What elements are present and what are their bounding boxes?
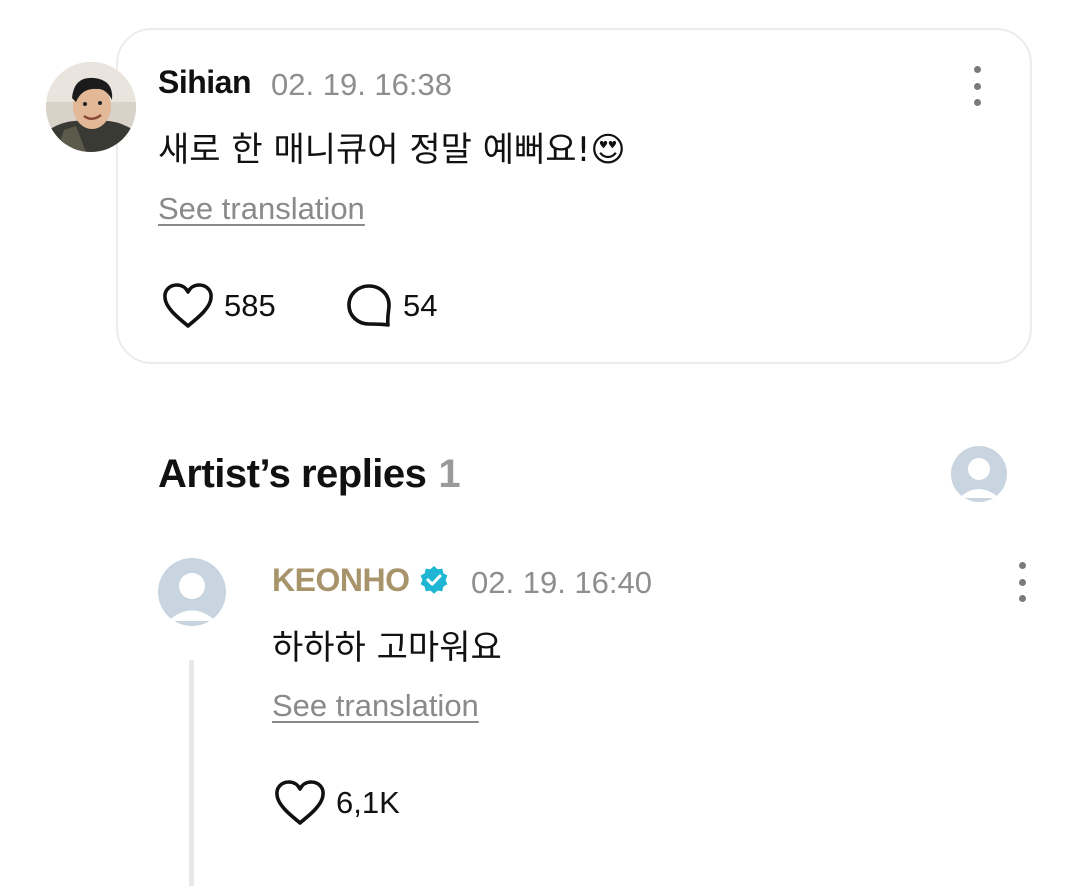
avatar[interactable] xyxy=(46,62,136,152)
default-user-icon xyxy=(168,573,216,621)
like-count: 6,1K xyxy=(336,785,400,820)
see-translation-link[interactable]: See translation xyxy=(158,191,365,227)
heart-icon xyxy=(275,780,325,825)
reply-text: 하하하 고마워요 xyxy=(272,628,502,668)
comment-timestamp: 02. 19. 16:38 xyxy=(271,67,452,102)
reply-button[interactable]: 54 xyxy=(345,283,437,329)
thread-line xyxy=(189,660,194,886)
comment-thread: Sihian 02. 19. 16:38 새로 한 매니큐어 정말 예뻐요!😍 … xyxy=(0,0,1075,886)
like-button[interactable]: 585 xyxy=(162,283,276,329)
user-photo-icon xyxy=(46,62,136,152)
default-user-icon xyxy=(959,458,999,498)
reply-count: 54 xyxy=(403,288,438,323)
see-translation-link[interactable]: See translation xyxy=(272,688,479,724)
heart-eyes-emoji: 😍 xyxy=(590,130,626,170)
like-count: 585 xyxy=(224,288,276,323)
avatar[interactable] xyxy=(158,558,226,626)
my-avatar[interactable] xyxy=(951,446,1007,502)
comment-author[interactable]: Sihian xyxy=(158,64,252,101)
section-title-label: Artist’s replies xyxy=(158,452,427,496)
heart-icon xyxy=(163,283,213,328)
section-title: Artist’s replies 1 xyxy=(158,452,461,497)
comment-bubble-icon xyxy=(347,284,391,327)
reply-author[interactable]: KEONHO xyxy=(272,562,451,599)
like-button[interactable]: 6,1K xyxy=(274,780,400,826)
reply-timestamp: 02. 19. 16:40 xyxy=(471,565,652,600)
more-options-icon[interactable] xyxy=(971,66,983,106)
more-options-icon[interactable] xyxy=(1016,562,1028,602)
comment-text-content: 새로 한 매니큐어 정말 예뻐요! xyxy=(158,130,591,170)
verified-badge-icon xyxy=(421,565,448,594)
reply-author-label: KEONHO xyxy=(272,562,410,598)
comment-text: 새로 한 매니큐어 정말 예뻐요!😍 xyxy=(158,122,626,171)
reply-count-badge: 1 xyxy=(438,452,461,496)
